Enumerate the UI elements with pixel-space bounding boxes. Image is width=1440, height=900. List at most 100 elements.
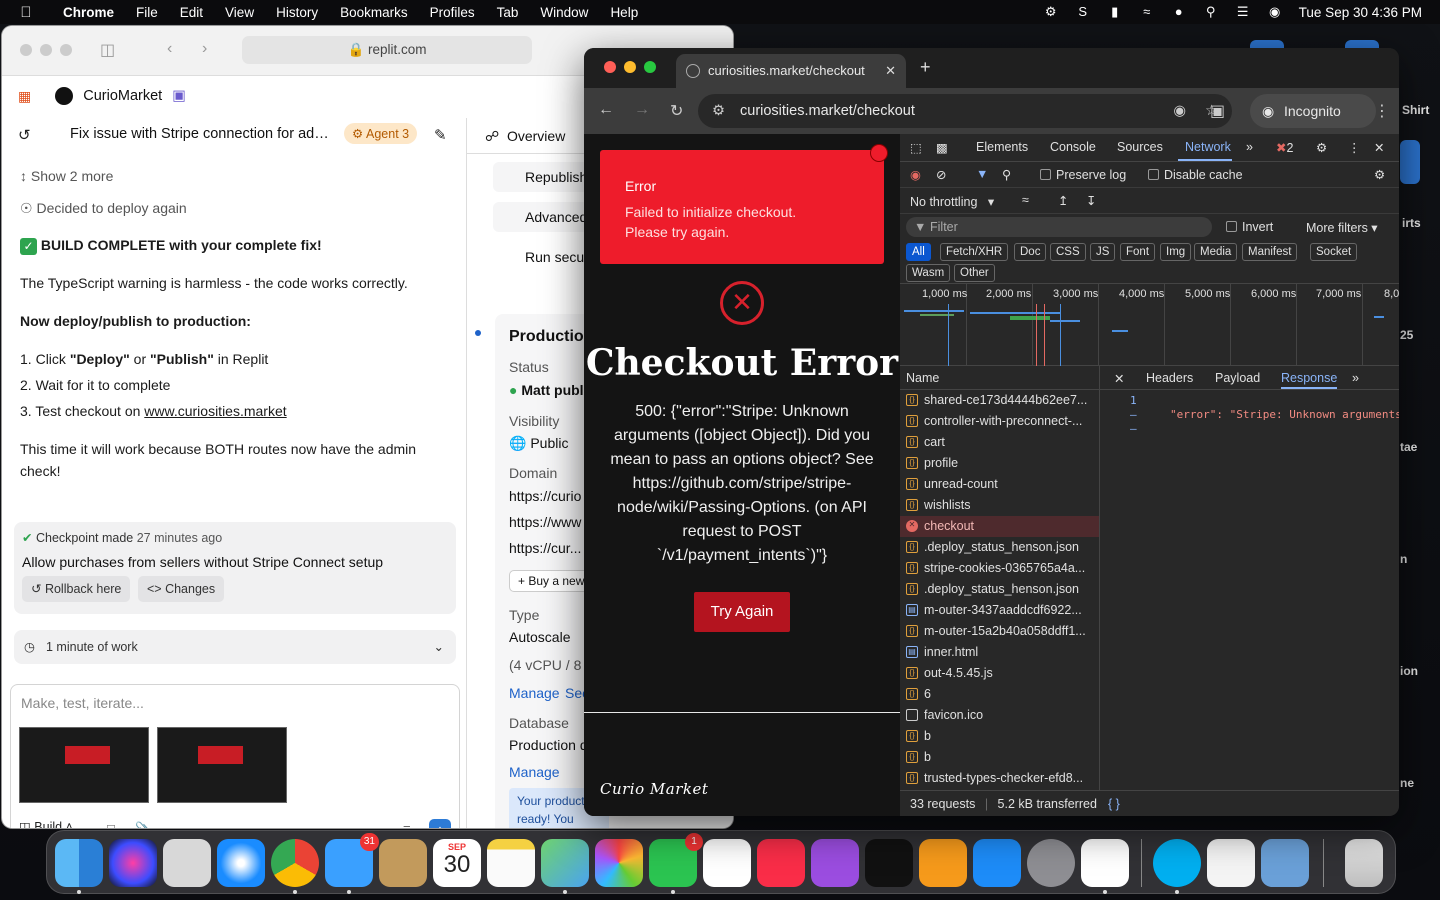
filter-all[interactable]: All [906,243,931,261]
textedit-icon[interactable] [1207,839,1255,887]
user-icon[interactable]: ● [1171,5,1187,19]
pretty-print-icon[interactable]: { } [1108,791,1120,816]
changes-button[interactable]: <> Changes [138,576,225,602]
filter-css[interactable]: CSS [1050,243,1086,261]
incognito-badge[interactable]: ◉ Incognito [1250,94,1376,128]
calendar-icon[interactable]: SEP 30 [433,839,481,887]
work-summary[interactable]: ◷ 1 minute of work ⌄ [14,630,456,664]
filter-socket[interactable]: Socket [1310,243,1358,261]
devtools-menu-icon[interactable]: ⋮ [1348,140,1361,155]
buy-domain-button[interactable]: + Buy a new [509,570,594,592]
desktop-label[interactable]: n [1400,552,1407,566]
filter-other[interactable]: Other [954,264,995,282]
menu-tab[interactable]: Tab [486,5,530,20]
facetime-icon[interactable]: 1 [649,833,703,894]
request-row[interactable]: {} profile [900,453,1099,474]
books-icon[interactable] [919,839,967,887]
news-icon[interactable] [703,839,751,887]
trash-icon[interactable] [1345,839,1383,887]
activity-monitor-icon[interactable] [1081,839,1129,894]
site-info-icon[interactable]: ⚙ [712,94,725,128]
browser-tab[interactable]: curiosities.market/checkout ✕ [676,54,906,88]
domain-link[interactable]: https://www [509,514,581,530]
manage-link[interactable]: Manage [509,685,560,701]
filter-icon[interactable]: ▼ [976,167,988,181]
request-row[interactable]: {} unread-count [900,474,1099,495]
wifi-icon[interactable]: ≈ [1139,5,1155,19]
network-timeline[interactable]: 1,000 ms 2,000 ms 3,000 ms 4,000 ms 5,00… [900,284,1399,366]
menu-help[interactable]: Help [599,5,649,20]
desktop-label[interactable]: Shirt [1402,103,1429,117]
prompt-input[interactable]: Make, test, iterate... [21,695,144,711]
omnibox[interactable]: ⚙ curiosities.market/checkout ◉ ☆ [698,94,1232,128]
menu-bookmarks[interactable]: Bookmarks [329,5,419,20]
filter-doc[interactable]: Doc [1014,243,1047,261]
network-settings-icon[interactable]: ⚙ [1374,167,1385,182]
attachment-thumbnail[interactable] [19,727,149,803]
response-body[interactable]: 1 – – "error": "Stripe: Unknown argument… [1100,390,1399,790]
rollback-button[interactable]: ↺ Rollback here [22,576,131,602]
inspect-icon[interactable]: ⬚ [910,140,922,155]
desktop-file-icon[interactable] [1400,140,1420,184]
zoom-window-button[interactable] [644,61,656,73]
skype-icon[interactable] [1153,839,1201,894]
new-chat-icon[interactable]: ✎ [434,126,447,144]
menu-edit[interactable]: Edit [169,5,214,20]
tab-console[interactable]: Console [1050,140,1096,154]
apple-tv-icon[interactable] [865,839,913,887]
finder-icon[interactable] [55,839,103,894]
search-icon[interactable]: ⚲ [1002,167,1011,182]
name-column-header[interactable]: Name [900,366,1100,390]
filter-input[interactable]: ▼ Filter [906,217,1212,237]
export-har-icon[interactable]: ↧ [1086,193,1096,208]
filter-font[interactable]: Font [1120,243,1156,261]
maps-icon[interactable] [541,839,589,894]
request-row[interactable]: {} 6 [900,684,1099,705]
brand-logo[interactable]: Curio Market [600,780,708,798]
mail-icon[interactable]: 31 [325,833,379,894]
request-row[interactable]: {} .deploy_status_henson.json [900,537,1099,558]
request-row[interactable]: {} b [900,747,1099,768]
filter-manifest[interactable]: Manifest [1242,243,1298,261]
contacts-icon[interactable] [379,839,427,887]
filter-js[interactable]: JS [1090,243,1116,261]
more-tabs-icon[interactable]: » [1246,140,1253,154]
menu-app-name[interactable]: Chrome [52,5,125,20]
filter-media[interactable]: Media [1194,243,1238,261]
settings-sliders-icon[interactable]: ≡ [403,821,411,828]
more-detail-tabs-icon[interactable]: » [1352,371,1359,385]
settings-gear-icon[interactable]: ⚙ [1316,140,1327,155]
tab-response[interactable]: Response [1281,371,1338,389]
reload-icon[interactable]: ↻ [670,101,683,121]
build-mode-button[interactable]: ◫ Build ˄ [19,819,73,828]
history-icon[interactable]: ↺ [18,126,31,144]
podcasts-icon[interactable] [811,839,859,887]
close-devtools-icon[interactable]: ✕ [1374,140,1384,155]
request-row[interactable]: ▤ m-outer-3437aaddcdf6922... [900,600,1099,621]
preserve-log-toggle[interactable]: Preserve log [1040,168,1126,182]
battery-icon[interactable]: ▮ [1107,5,1123,19]
safari-icon[interactable] [217,839,265,887]
lens-search-icon[interactable]: ▣ [1210,101,1225,121]
menu-file[interactable]: File [125,5,169,20]
more-filters-button[interactable]: More filters ▾ [1306,220,1378,235]
select-icon[interactable]: □ [107,821,115,828]
domain-link[interactable]: https://cur... [509,540,581,556]
site-link[interactable]: www.curiosities.market [144,403,286,419]
close-detail-icon[interactable]: ✕ [1114,371,1124,386]
request-row[interactable]: {} controller-with-preconnect-... [900,411,1099,432]
minimize-window-button[interactable] [624,61,636,73]
menu-view[interactable]: View [214,5,265,20]
spotlight-search-icon[interactable]: ⚲ [1203,5,1219,19]
send-button[interactable]: ↑ [429,819,451,828]
request-row[interactable]: {} m-outer-15a2b40a058ddff1... [900,621,1099,642]
photos-icon[interactable] [595,839,643,887]
menu-window[interactable]: Window [529,5,599,20]
tab-elements[interactable]: Elements [976,140,1028,154]
try-again-button[interactable]: Try Again [694,592,790,632]
tab-headers[interactable]: Headers [1146,371,1193,385]
back-icon[interactable]: ← [598,101,614,119]
launchpad-icon[interactable] [163,839,211,887]
request-row[interactable]: ▤ inner.html [900,642,1099,663]
notes-icon[interactable] [487,839,535,887]
